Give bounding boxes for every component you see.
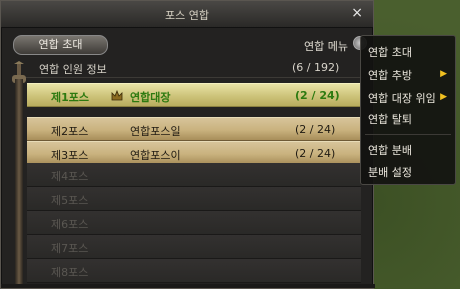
menu-item-kick[interactable]: 연합 추방 (368, 67, 412, 83)
menu-item-distribution-settings[interactable]: 분배 설정 (368, 164, 412, 180)
force-position: 제7포스 (51, 242, 89, 255)
force-row-4[interactable]: 제4포스 (27, 163, 361, 187)
menu-item-delegate-leader[interactable]: 연합 대장 위임 (368, 90, 436, 106)
window-title: 포스 연합 (165, 9, 209, 22)
force-row-1[interactable]: 제1포스 연합대장 (2 / 24) (27, 83, 361, 107)
union-menu-label[interactable]: 연합 메뉴 (304, 38, 348, 54)
force-row-3[interactable]: 제3포스 연합포스이 (2 / 24) (27, 141, 361, 165)
force-row-7[interactable]: 제7포스 (27, 235, 361, 259)
menu-separator (365, 134, 451, 135)
force-position: 제2포스 (51, 125, 89, 138)
force-row-8[interactable]: 제8포스 (27, 259, 361, 283)
union-context-menu: 연합 초대 연합 추방 ▶ 연합 대장 위임 ▶ 연합 탈퇴 연합 분배 분배 … (360, 35, 456, 185)
force-row-2[interactable]: 제2포스 연합포스일 (2 / 24) (27, 117, 361, 141)
force-leader-name: 연합대장 (130, 91, 171, 104)
force-row-6[interactable]: 제6포스 (27, 211, 361, 235)
chevron-right-icon: ▶ (440, 92, 447, 102)
bottom-rail (1, 284, 375, 288)
member-info-label: 연합 인원 정보 (39, 63, 107, 76)
force-position: 제1포스 (51, 91, 90, 104)
banner-pole (15, 79, 23, 284)
force-leader-name: 연합포스이 (130, 149, 181, 162)
union-member-info: 연합 인원 정보 (6 / 192) (13, 59, 363, 78)
force-position: 제4포스 (51, 170, 89, 183)
force-union-window: 포스 연합 × 연합 초대 연합 메뉴 연합 인원 정보 (6 / 192) 제… (0, 0, 375, 289)
menu-item-distribute[interactable]: 연합 분배 (368, 142, 412, 158)
menu-item-leave[interactable]: 연합 탈퇴 (368, 111, 412, 127)
banner-pole-icon (14, 61, 24, 75)
force-member-count: (2 / 24) (295, 123, 336, 136)
close-icon[interactable]: × (351, 6, 363, 20)
member-info-count: (6 / 192) (292, 61, 340, 74)
force-position: 제3포스 (51, 149, 89, 162)
force-member-count: (2 / 24) (295, 147, 336, 160)
union-invite-button[interactable]: 연합 초대 (13, 35, 108, 55)
crown-icon (111, 90, 123, 101)
menu-item-invite[interactable]: 연합 초대 (368, 44, 412, 60)
force-position: 제5포스 (51, 194, 89, 207)
title-bar[interactable]: 포스 연합 × (1, 1, 373, 28)
force-leader-name: 연합포스일 (130, 125, 181, 138)
force-row-5[interactable]: 제5포스 (27, 187, 361, 211)
force-member-count: (2 / 24) (295, 89, 340, 102)
force-position: 제6포스 (51, 218, 89, 231)
chevron-right-icon: ▶ (440, 69, 447, 79)
force-position: 제8포스 (51, 266, 89, 279)
